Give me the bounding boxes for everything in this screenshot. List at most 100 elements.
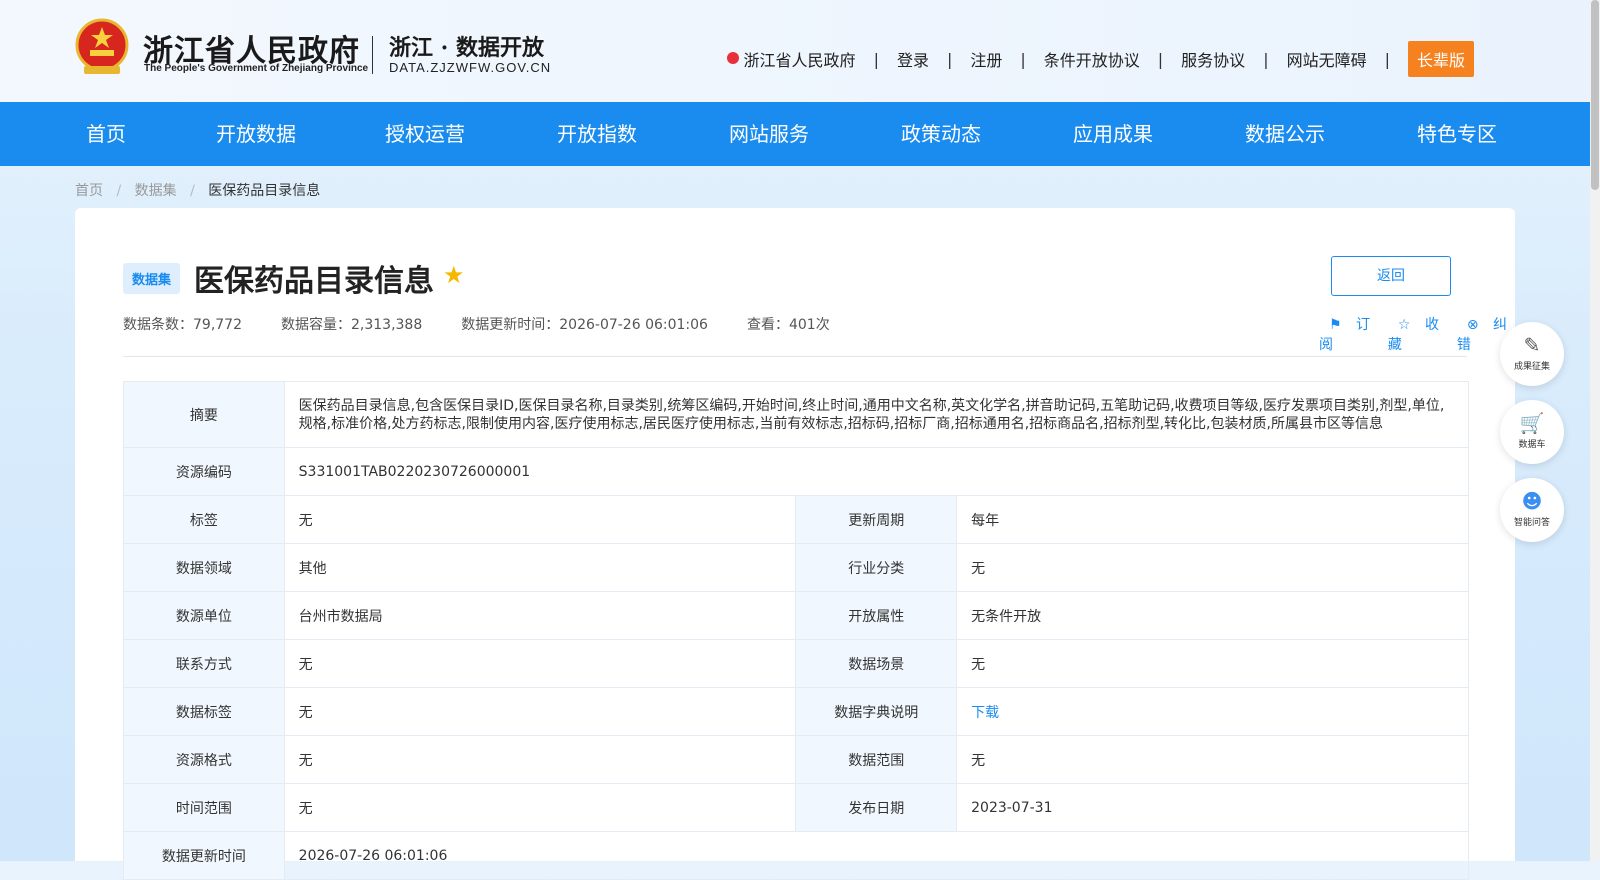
field-label: 数据字典说明	[795, 687, 958, 736]
link-separator: |	[1020, 49, 1026, 69]
link-separator: |	[1384, 49, 1390, 69]
table-row: 资源格式 无 数据范围 无	[123, 735, 1469, 784]
resource-code-value: S331001TAB0220230726000001	[283, 447, 1470, 496]
side-button-label: 成果征集	[1513, 362, 1550, 372]
field-value: 无	[283, 495, 797, 544]
stat-data-size: 数据容量：2,313,388	[281, 317, 423, 333]
page-scrollbar[interactable]	[1590, 0, 1600, 861]
field-value: 无	[283, 783, 797, 832]
field-value: 台州市数据局	[283, 591, 797, 640]
field-label: 行业分类	[795, 543, 958, 592]
field-label: 资源格式	[123, 735, 285, 784]
elder-mode-button[interactable]: 长辈版	[1407, 41, 1474, 77]
table-row: 时间范围 无 发布日期 2023-07-31	[123, 783, 1469, 832]
scrollbar-thumb[interactable]	[1591, 0, 1599, 190]
table-row: 数据领域 其他 行业分类 无	[123, 543, 1469, 592]
nav-authorized-operation[interactable]: 授权运营	[385, 102, 557, 166]
register-link[interactable]: 注册	[970, 47, 1002, 71]
favorite-button[interactable]: ☆ 收藏	[1388, 314, 1447, 354]
field-value: 无	[956, 735, 1469, 784]
table-row: 摘要 医保药品目录信息,包含医保目录ID,医保目录名称,目录类别,统筹区编码,开…	[123, 381, 1470, 448]
nav-site-service[interactable]: 网站服务	[729, 102, 901, 166]
dictionary-download-link[interactable]: 下载	[956, 687, 1469, 736]
login-link[interactable]: 登录	[897, 47, 929, 71]
breadcrumb-home[interactable]: 首页	[75, 183, 103, 199]
conditional-agreement-link[interactable]: 条件开放协议	[1044, 47, 1140, 71]
divider	[123, 356, 1467, 357]
subscribe-label: 订阅	[1319, 317, 1371, 353]
logo-divider	[372, 36, 373, 74]
field-value: 无条件开放	[956, 591, 1469, 640]
nav-applications[interactable]: 应用成果	[1073, 102, 1245, 166]
breadcrumb-separator: /	[116, 183, 122, 199]
nav-open-data[interactable]: 开放数据	[216, 102, 385, 166]
field-value: 无	[283, 639, 797, 688]
breadcrumb-separator: /	[190, 183, 195, 199]
field-value: 其他	[283, 543, 797, 592]
link-province-gov[interactable]: 浙江省人民政府	[744, 47, 856, 71]
field-value: 每年	[956, 495, 1469, 544]
stat-views: 查看：401次	[746, 317, 830, 333]
star-outline-icon: ☆	[1397, 317, 1411, 333]
side-button-label: 智能问答	[1513, 518, 1550, 528]
link-separator: |	[873, 49, 879, 69]
summary-label: 摘要	[123, 381, 285, 448]
table-row: 数源单位 台州市数据局 开放属性 无条件开放	[123, 591, 1469, 640]
nav-home[interactable]: 首页	[86, 102, 216, 166]
nav-policy-news[interactable]: 政策动态	[901, 102, 1073, 166]
favorite-label: 收藏	[1387, 317, 1439, 353]
main-nav: 首页 开放数据 授权运营 开放指数 网站服务 政策动态 应用成果 数据公示 特色…	[0, 102, 1590, 166]
link-separator: |	[1157, 49, 1164, 69]
gov-logo-english: The People's Government of Zhejiang Prov…	[144, 63, 369, 74]
side-button-label: 数据车	[1518, 440, 1546, 450]
field-label: 数据标签	[123, 687, 285, 736]
dataset-detail-card: 数据集 医保药品目录信息 ★ 返回 数据条数：79,772 数据容量：2,313…	[75, 208, 1515, 880]
table-row: 数据标签 无 数据字典说明 下载	[123, 687, 1469, 736]
field-label: 发布日期	[795, 783, 958, 832]
side-button-data-cart[interactable]: 🛒 数据车	[1500, 400, 1564, 464]
last-update-value: 2026-07-26 06:01:06	[283, 831, 1470, 880]
link-separator: |	[946, 49, 953, 69]
field-label: 开放属性	[795, 591, 958, 640]
dataset-badge: 数据集	[123, 263, 181, 294]
field-label: 更新周期	[795, 495, 958, 544]
field-value: 无	[956, 543, 1469, 592]
side-button-collect-results[interactable]: ✎ 成果征集	[1500, 322, 1564, 386]
table-row: 联系方式 无 数据场景 无	[123, 639, 1469, 688]
field-label: 数据范围	[795, 735, 958, 784]
stat-record-count: 数据条数：79,772	[123, 317, 242, 333]
field-value: 2023-07-31	[956, 783, 1469, 832]
top-header: 浙江省人民政府 The People's Government of Zheji…	[0, 0, 1590, 102]
top-links: 浙江省人民政府 | 登录 | 注册 | 条件开放协议 | 服务协议 | 网站无障…	[726, 41, 1474, 77]
field-label: 数据场景	[795, 639, 958, 688]
field-label: 数据领域	[123, 543, 285, 592]
back-button[interactable]: 返回	[1331, 256, 1451, 296]
table-row: 数据更新时间 2026-07-26 06:01:06	[123, 831, 1470, 880]
breadcrumb: 首页 / 数据集 / 医保药品目录信息	[75, 180, 320, 200]
service-agreement-link[interactable]: 服务协议	[1181, 47, 1245, 71]
error-circle-icon: ⊗	[1466, 317, 1479, 333]
field-label: 标签	[123, 495, 285, 544]
robot-icon: ☻	[1521, 489, 1543, 513]
nav-open-index[interactable]: 开放指数	[557, 102, 729, 166]
table-row: 资源编码 S331001TAB0220230726000001	[123, 447, 1470, 496]
accessibility-link[interactable]: 网站无障碍	[1287, 47, 1367, 71]
site-logo-text: 浙江 · 数据开放	[389, 35, 544, 61]
nav-data-publicity[interactable]: 数据公示	[1245, 102, 1417, 166]
field-label: 数源单位	[123, 591, 285, 640]
stat-update-time: 数据更新时间：2026-07-26 06:01:06	[461, 317, 708, 333]
field-value: 无	[956, 639, 1469, 688]
dataset-actions: ⚑ 订阅 ☆ 收藏 ⊗ 纠错	[1309, 314, 1515, 354]
page-title: 医保药品目录信息	[194, 264, 434, 299]
resource-code-label: 资源编码	[123, 447, 285, 496]
side-button-smart-qa[interactable]: ☻ 智能问答	[1500, 478, 1564, 542]
national-emblem-icon	[75, 18, 129, 74]
dataset-stats: 数据条数：79,772 数据容量：2,313,388 数据更新时间：2026-0…	[123, 314, 869, 334]
link-separator: |	[1263, 49, 1269, 69]
document-edit-icon: ✎	[1523, 333, 1541, 357]
site-domain: DATA.ZJZWFW.GOV.CN	[389, 60, 552, 75]
star-icon: ★	[443, 261, 465, 289]
breadcrumb-datasets[interactable]: 数据集	[135, 183, 177, 199]
subscribe-button[interactable]: ⚑ 订阅	[1319, 314, 1378, 354]
nav-special-zone[interactable]: 特色专区	[1417, 102, 1497, 166]
